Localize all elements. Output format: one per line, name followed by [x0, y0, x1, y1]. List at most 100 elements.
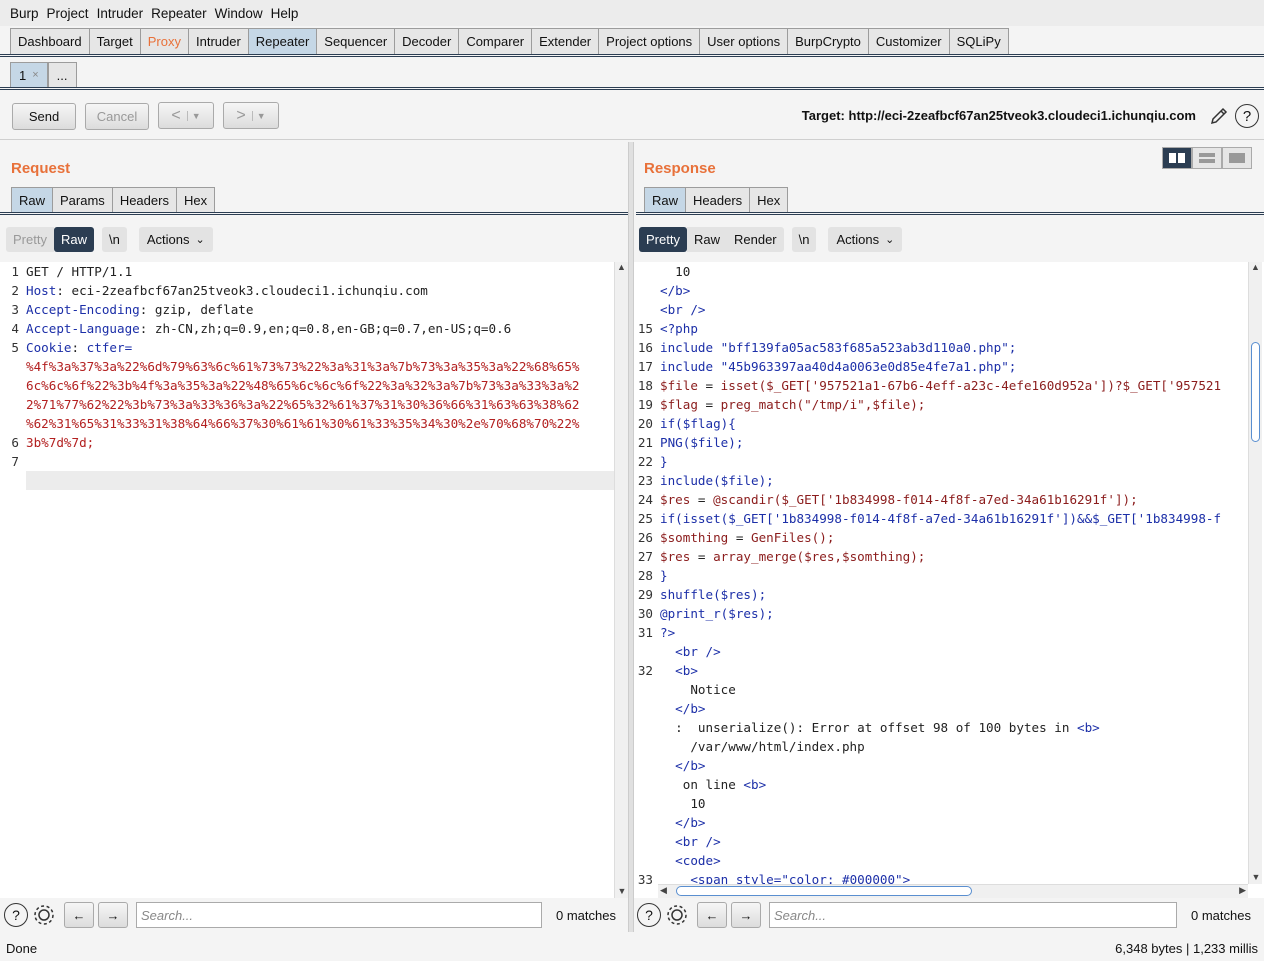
line-number: 21: [637, 435, 653, 450]
actions-menu[interactable]: Actions ⌄: [828, 226, 903, 252]
tab-proxy[interactable]: Proxy: [139, 28, 188, 54]
previous-match-button[interactable]: ←: [697, 902, 727, 928]
scroll-down-icon[interactable]: ▼: [615, 886, 628, 896]
tab-comparer[interactable]: Comparer: [458, 28, 532, 54]
response-tab-headers[interactable]: Headers: [685, 187, 750, 212]
line-number: 30: [637, 606, 653, 621]
repeater-tab-1[interactable]: 1 ×: [10, 62, 48, 87]
tabbed-layout-icon[interactable]: [1222, 147, 1252, 169]
scroll-down-icon[interactable]: ▼: [1249, 872, 1263, 882]
code-line: Host: eci-2zeafbcf67an25tveok3.cloudeci1…: [26, 281, 612, 300]
response-search-input[interactable]: Search...: [769, 902, 1177, 928]
menu-help[interactable]: Help: [267, 6, 303, 21]
target-label: Target: http://eci-2zeafbcf67an25tveok3.…: [801, 108, 1196, 123]
render-toggle[interactable]: Render: [726, 226, 784, 252]
menu-project[interactable]: Project: [43, 6, 93, 21]
scroll-right-icon[interactable]: ▶: [1239, 885, 1246, 896]
code-line: 10: [660, 794, 1246, 813]
response-tab-divider: [636, 212, 1264, 215]
previous-match-button[interactable]: ←: [64, 902, 94, 928]
help-icon[interactable]: ?: [4, 903, 28, 927]
side-by-side-layout-icon[interactable]: [1162, 147, 1192, 169]
request-tab-raw[interactable]: Raw: [11, 187, 53, 212]
send-button[interactable]: Send: [12, 103, 76, 130]
next-match-button[interactable]: →: [98, 902, 128, 928]
response-tab-hex[interactable]: Hex: [749, 187, 789, 212]
scrollbar-thumb[interactable]: [1251, 342, 1260, 442]
code-line: $file = isset($_GET['957521a1-67b6-4eff-…: [660, 376, 1246, 395]
tab-burpcrypto[interactable]: BurpCrypto: [787, 28, 868, 54]
response-editor[interactable]: 15 16 17 18 19 20 21 22 23 24 25 26 27 28 29 30 31 32 33 1…: [634, 262, 1264, 898]
pretty-toggle[interactable]: Pretty: [639, 226, 687, 252]
tab-customizer[interactable]: Customizer: [867, 28, 949, 54]
menu-burp[interactable]: Burp: [6, 6, 43, 21]
help-icon[interactable]: ?: [1235, 104, 1259, 128]
request-code[interactable]: GET / HTTP/1.1 Host: eci-2zeafbcf67an25tv…: [26, 262, 612, 490]
scroll-left-icon[interactable]: ◀: [660, 885, 667, 896]
code-token: GET / HTTP/1.1: [26, 264, 133, 279]
code-token: <?php: [660, 321, 698, 336]
forward-history-button[interactable]: > ▼: [223, 102, 279, 129]
response-code[interactable]: 10 </b> <br /> <?php include "bff139fa05ac58…: [660, 262, 1246, 889]
menu-window[interactable]: Window: [211, 6, 267, 21]
scroll-up-icon[interactable]: ▲: [615, 262, 628, 272]
request-editor[interactable]: 1 2 3 4 5 6 7 GET / HTTP/1.1 Host: eci-2zeafbcf…: [0, 262, 628, 898]
edit-target-icon[interactable]: [1208, 105, 1230, 127]
menu-intruder[interactable]: Intruder: [93, 6, 148, 21]
code-line: 2%71%77%62%22%3b%73%3a%33%36%3a%22%65%32…: [26, 395, 612, 414]
tab-dashboard[interactable]: Dashboard: [10, 28, 89, 54]
code-line: include "45b963397aa40d4a0063e0d85e4fe7a…: [660, 357, 1246, 376]
repeater-tab-bar: 1 × ...: [10, 62, 77, 87]
line-number-gutter: 1 2 3 4 5 6 7: [0, 262, 22, 898]
code-line: %4f%3a%37%3a%22%6d%79%63%6c%61%73%73%22%…: [26, 357, 612, 376]
pretty-toggle[interactable]: Pretty: [6, 226, 54, 252]
response-horizontal-scrollbar[interactable]: ◀ ▶: [658, 884, 1248, 898]
stacked-layout-icon[interactable]: [1192, 147, 1222, 169]
tab-user-options[interactable]: User options: [699, 28, 788, 54]
request-search-input[interactable]: Search...: [136, 902, 542, 928]
request-tab-hex[interactable]: Hex: [175, 187, 216, 212]
raw-toggle[interactable]: Raw: [686, 226, 727, 252]
scroll-up-icon[interactable]: ▲: [1249, 262, 1262, 272]
response-scrollbar[interactable]: ▲ ▼: [1248, 262, 1262, 884]
code-token: 10: [660, 796, 706, 811]
status-bar: Done 6,348 bytes | 1,233 millis: [0, 936, 1264, 961]
actions-menu[interactable]: Actions ⌄: [138, 226, 213, 252]
tab-extender[interactable]: Extender: [531, 28, 599, 54]
close-icon[interactable]: ×: [32, 69, 38, 81]
show-newlines-button[interactable]: \n: [791, 226, 817, 252]
cancel-button[interactable]: Cancel: [85, 103, 149, 130]
request-tab-params[interactable]: Params: [52, 187, 112, 212]
code-line: }: [660, 452, 1246, 471]
settings-gear-icon[interactable]: [32, 903, 56, 927]
show-newlines-button[interactable]: \n: [101, 226, 127, 252]
new-tab-button[interactable]: ...: [47, 62, 77, 87]
raw-toggle[interactable]: Raw: [53, 226, 94, 252]
response-stats: 6,348 bytes | 1,233 millis: [1115, 941, 1258, 956]
menu-repeater[interactable]: Repeater: [147, 6, 211, 21]
request-scrollbar[interactable]: ▲ ▼: [614, 262, 628, 898]
tab-sequencer[interactable]: Sequencer: [316, 28, 395, 54]
line-number: 1: [11, 264, 19, 279]
tab-intruder[interactable]: Intruder: [187, 28, 248, 54]
tab-decoder[interactable]: Decoder: [394, 28, 459, 54]
forward-arrow-icon: >: [236, 106, 246, 124]
tab-sqlipy[interactable]: SQLiPy: [948, 28, 1009, 54]
tab-repeater[interactable]: Repeater: [247, 28, 317, 54]
code-token: 2%71%77%62%22%3b%73%3a%33%36%3a%22%65%32…: [26, 397, 580, 412]
scrollbar-thumb[interactable]: [676, 886, 972, 896]
code-line: if($flag){: [660, 414, 1246, 433]
menu-bar: Burp Project Intruder Repeater Window Help: [0, 0, 1264, 26]
code-line: <br />: [660, 642, 1246, 661]
response-tab-raw[interactable]: Raw: [644, 187, 686, 212]
code-line: <br />: [660, 300, 1246, 319]
request-tab-headers[interactable]: Headers: [111, 187, 176, 212]
tab-target[interactable]: Target: [88, 28, 140, 54]
line-number: 17: [637, 359, 653, 374]
settings-gear-icon[interactable]: [665, 903, 689, 927]
help-icon[interactable]: ?: [637, 903, 661, 927]
back-history-button[interactable]: < ▼: [158, 102, 214, 129]
next-match-button[interactable]: →: [731, 902, 761, 928]
code-token: }: [660, 454, 668, 469]
tab-project-options[interactable]: Project options: [598, 28, 700, 54]
